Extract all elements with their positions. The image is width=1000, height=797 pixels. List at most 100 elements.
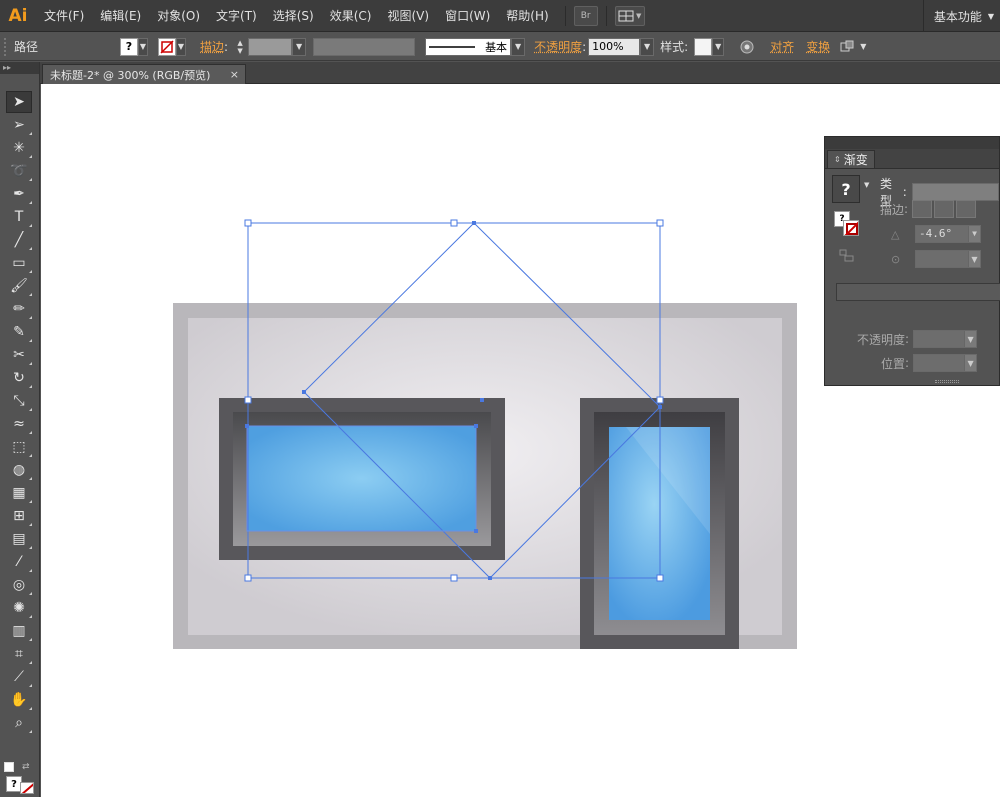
rectangle-tool[interactable]: ▭ [6, 252, 32, 274]
gradient-type-dropdown[interactable] [911, 183, 999, 201]
recolor-artwork-icon[interactable] [738, 38, 756, 56]
stroke-box[interactable] [20, 782, 34, 794]
brush-definition-field[interactable]: 基本 [425, 37, 512, 56]
location-dropdown[interactable]: ▼ [964, 355, 977, 371]
column-graph-tool[interactable]: ▥ [6, 620, 32, 642]
opacity-dropdown[interactable]: ▼ [964, 331, 977, 347]
stroke-link[interactable]: 描边 [200, 38, 224, 55]
menu-type[interactable]: 文字(T) [208, 7, 265, 24]
handle-bottom-middle[interactable] [450, 574, 458, 582]
chevron-down-icon[interactable]: ▼ [864, 181, 869, 189]
opacity-field[interactable]: 100% [588, 37, 641, 56]
menu-select[interactable]: 选择(S) [265, 7, 322, 24]
handle-bottom-left[interactable] [244, 574, 252, 582]
fill-swatch[interactable]: ? [120, 37, 138, 56]
selection-tool[interactable]: ➤ [6, 91, 32, 113]
pen-tool[interactable]: ✒ [6, 183, 32, 205]
fill-dropdown[interactable]: ▼ [138, 37, 148, 56]
scissors-tool[interactable]: ✂ [6, 344, 32, 366]
scale-tool[interactable]: ⤡ [6, 390, 32, 412]
line-tool[interactable]: ╱ [6, 229, 32, 251]
gradient-tool[interactable]: ▤ [6, 528, 32, 550]
tools-panel-collapse[interactable]: ▸▸ [0, 62, 39, 74]
menu-effect[interactable]: 效果(C) [322, 7, 380, 24]
menu-edit[interactable]: 编辑(E) [92, 7, 149, 24]
gradient-location-field[interactable]: ▼ [913, 354, 978, 372]
stroke-weight-field[interactable] [248, 37, 293, 56]
menu-view[interactable]: 视图(V) [379, 7, 437, 24]
free-transform-tool[interactable]: ⬚ [6, 436, 32, 458]
fill-stroke-indicator[interactable]: ⇄ ? [4, 762, 36, 794]
arrange-documents-button[interactable]: ▼ [614, 5, 645, 26]
anchor-point[interactable] [474, 424, 478, 428]
stroke-swatch[interactable] [158, 37, 176, 56]
isolate-object-icon[interactable] [838, 38, 856, 56]
anchor-point[interactable] [488, 576, 492, 580]
paintbrush-tool[interactable]: 🖌 [6, 275, 32, 297]
workspace-switcher[interactable]: 基本功能 ▼ [922, 0, 1000, 32]
grip-handle[interactable] [4, 37, 10, 56]
gradient-slider-bar[interactable] [836, 283, 1000, 301]
gradient-fill-swatch[interactable]: ? [832, 175, 860, 203]
control-bar-menu-icon[interactable]: ▼ [860, 42, 866, 51]
mini-stroke-box[interactable] [843, 220, 859, 236]
handle-top-right[interactable] [656, 219, 664, 227]
anchor-point[interactable] [302, 390, 306, 394]
handle-middle-right[interactable] [656, 396, 664, 404]
anchor-point[interactable] [472, 221, 476, 225]
menu-help[interactable]: 帮助(H) [498, 7, 556, 24]
rotate-tool[interactable]: ↻ [6, 367, 32, 389]
gradient-opacity-field[interactable]: ▼ [913, 330, 978, 348]
aspect-dropdown[interactable]: ▼ [968, 251, 980, 267]
anchor-point[interactable] [658, 405, 662, 409]
panel-resize-grip[interactable] [935, 380, 959, 383]
tab-gradient[interactable]: ⇕ 渐变 [827, 150, 875, 168]
stroke-weight-stepper[interactable]: ▲ ▼ [234, 38, 246, 56]
graphic-style-swatch[interactable] [694, 37, 713, 56]
handle-top-middle[interactable] [450, 219, 458, 227]
magic-wand-tool[interactable]: ✳ [6, 137, 32, 159]
blob-brush-tool[interactable]: ✎ [6, 321, 32, 343]
type-tool[interactable]: T [6, 206, 32, 228]
direct-selection-tool[interactable]: ➢ [6, 114, 32, 136]
artboard-tool[interactable]: ⌗ [6, 643, 32, 665]
swap-colors-icon[interactable]: ⇄ [22, 762, 30, 772]
perspective-grid-tool[interactable]: ▦ [6, 482, 32, 504]
anchor-point[interactable] [474, 529, 478, 533]
opacity-dropdown[interactable]: ▼ [640, 37, 655, 56]
anchor-point[interactable] [480, 398, 484, 402]
transform-link[interactable]: 变换 [806, 38, 830, 55]
variable-width-profile[interactable] [313, 37, 416, 56]
gradient-aspect-field[interactable]: ▼ [915, 250, 981, 268]
slice-tool[interactable]: ⟋ [6, 666, 32, 688]
stroke-gradient-within-button[interactable] [912, 200, 933, 218]
eyedropper-tool[interactable]: ⁄ [6, 551, 32, 573]
default-colors-icon[interactable] [4, 762, 14, 772]
menu-file[interactable]: 文件(F) [36, 7, 92, 24]
pencil-tool[interactable]: ✏ [6, 298, 32, 320]
lasso-tool[interactable]: ➰ [6, 160, 32, 182]
anchor-point[interactable] [245, 424, 249, 428]
mesh-tool[interactable]: ⊞ [6, 505, 32, 527]
stroke-weight-dropdown[interactable]: ▼ [292, 37, 307, 56]
align-link[interactable]: 对齐 [770, 38, 794, 55]
angle-dropdown[interactable]: ▼ [968, 226, 980, 242]
document-tab[interactable]: 未标题-2* @ 300% (RGB/预览) × [42, 64, 246, 84]
gradient-panel-drag-bar[interactable] [825, 137, 999, 149]
menu-object[interactable]: 对象(O) [149, 7, 208, 24]
handle-top-left[interactable] [244, 219, 252, 227]
stroke-gradient-across-button[interactable] [956, 200, 977, 218]
reverse-gradient-icon[interactable] [839, 249, 855, 263]
stroke-gradient-along-button[interactable] [934, 200, 955, 218]
graphic-style-dropdown[interactable]: ▼ [712, 37, 725, 56]
gradient-fill-stroke-mini[interactable]: ? [834, 211, 860, 237]
bridge-button[interactable]: Br [573, 5, 598, 26]
close-icon[interactable]: × [230, 68, 239, 81]
handle-bottom-right[interactable] [656, 574, 664, 582]
hand-tool[interactable]: ✋ [6, 689, 32, 711]
gradient-angle-field[interactable]: -4.6° ▼ [915, 225, 981, 243]
menu-window[interactable]: 窗口(W) [437, 7, 498, 24]
stroke-dropdown[interactable]: ▼ [176, 37, 186, 56]
warp-tool[interactable]: ≈ [6, 413, 32, 435]
handle-middle-left[interactable] [244, 396, 252, 404]
